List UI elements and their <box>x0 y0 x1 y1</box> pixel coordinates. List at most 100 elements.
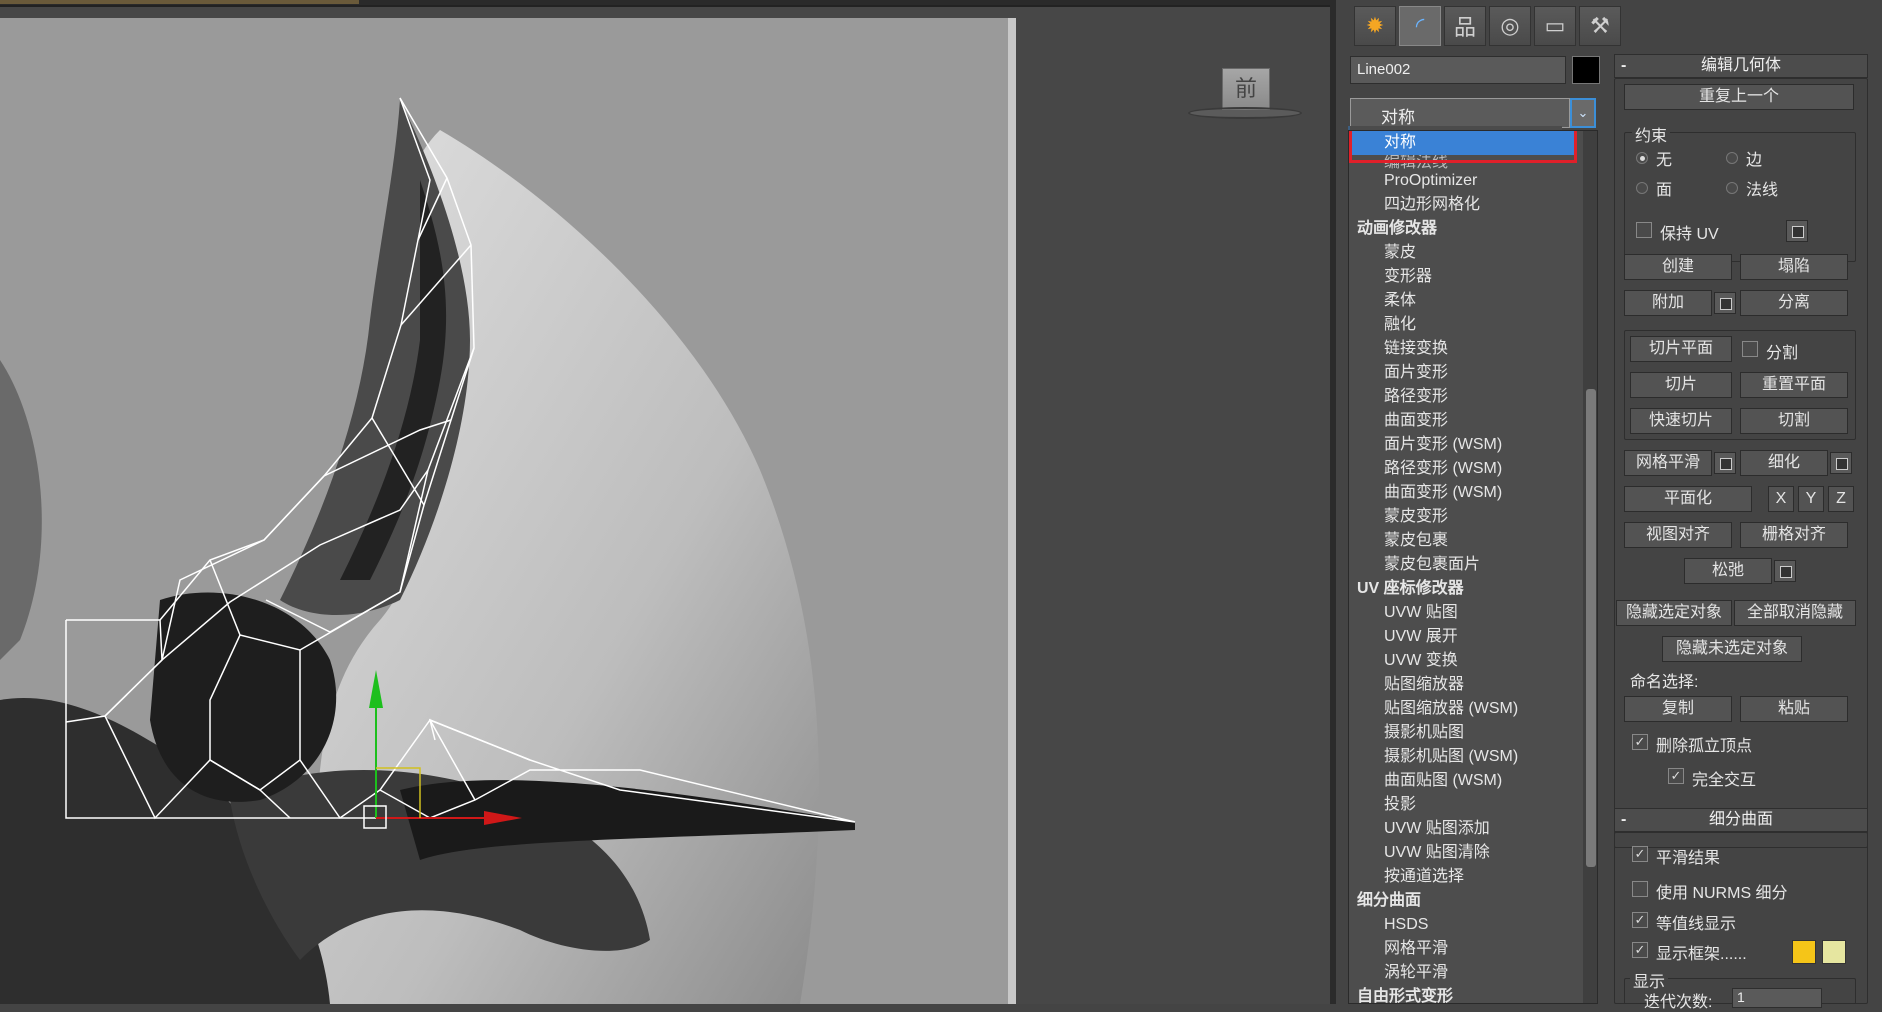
reset-plane-button[interactable]: 重置平面 <box>1740 372 1848 398</box>
slice-plane-button[interactable]: 切片平面 <box>1630 336 1732 362</box>
make-planar-button[interactable]: 平面化 <box>1624 486 1752 512</box>
modifier-item[interactable]: 变形器 <box>1349 265 1577 289</box>
detach-button[interactable]: 分离 <box>1740 290 1848 316</box>
modifier-item[interactable]: 链接变换 <box>1349 337 1577 361</box>
tab-utilities[interactable]: ⚒ <box>1579 6 1621 46</box>
modifier-item[interactable]: 摄影机贴图 (WSM) <box>1349 745 1577 769</box>
create-button[interactable]: 创建 <box>1624 254 1732 280</box>
constraint-edge-radio[interactable] <box>1726 152 1738 164</box>
subdivision-surface-rollout-header[interactable]: - 细分曲面 <box>1614 808 1868 832</box>
modifier-item[interactable]: 蒙皮包裹 <box>1349 529 1577 553</box>
constraint-face-radio[interactable] <box>1636 182 1648 194</box>
show-cage-checkbox[interactable]: ✓ <box>1632 942 1648 958</box>
modifier-item[interactable]: UVW 贴图 <box>1349 601 1577 625</box>
dropdown-scrollbar[interactable] <box>1583 131 1597 1003</box>
hide-selected-button[interactable]: 隐藏选定对象 <box>1616 600 1732 626</box>
tessellate-button[interactable]: 细化 <box>1740 450 1828 476</box>
edit-geometry-rollout-header[interactable]: - 编辑几何体 <box>1614 54 1868 78</box>
rollout-panel: - 编辑几何体 重复上一个 约束 无 边 面 法线 保持 UV 创建 塌陷 附加… <box>1614 52 1882 1011</box>
smooth-result-label: 平滑结果 <box>1656 850 1721 867</box>
meshsmooth-settings-button[interactable] <box>1714 452 1736 474</box>
preserve-uv-settings-button[interactable] <box>1786 220 1808 242</box>
modifier-item[interactable]: 涡轮平滑 <box>1349 961 1577 985</box>
slice-button[interactable]: 切片 <box>1630 372 1732 398</box>
modifier-item[interactable]: 面片变形 (WSM) <box>1349 433 1577 457</box>
motion-icon: ◎ <box>1500 13 1520 38</box>
tab-display[interactable]: ▭ <box>1534 6 1576 46</box>
planar-y-button[interactable]: Y <box>1798 486 1824 512</box>
modifier-item[interactable]: 路径变形 <box>1349 385 1577 409</box>
modifier-item[interactable]: ProOptimizer <box>1349 169 1577 193</box>
copy-button[interactable]: 复制 <box>1624 696 1732 722</box>
modifier-item[interactable]: 按通道选择 <box>1349 865 1577 889</box>
constraint-normal-radio[interactable] <box>1726 182 1738 194</box>
quick-slice-button[interactable]: 快速切片 <box>1630 408 1732 434</box>
modifier-item[interactable]: 蒙皮变形 <box>1349 505 1577 529</box>
delete-isolated-checkbox[interactable]: ✓ <box>1632 734 1648 750</box>
viewcube-front-label[interactable]: 前 <box>1222 68 1270 110</box>
modifier-item[interactable]: HSDS <box>1349 913 1577 937</box>
relax-settings-button[interactable] <box>1774 560 1796 582</box>
modifier-item[interactable]: UVW 展开 <box>1349 625 1577 649</box>
split-checkbox[interactable] <box>1742 341 1758 357</box>
view-align-button[interactable]: 视图对齐 <box>1624 522 1732 548</box>
tab-motion[interactable]: ◎ <box>1489 6 1531 46</box>
modifier-item[interactable]: 面片变形 <box>1349 361 1577 385</box>
modifier-item[interactable]: UVW 变换 <box>1349 649 1577 673</box>
modifier-item[interactable]: 蒙皮 <box>1349 241 1577 265</box>
repeat-last-button[interactable]: 重复上一个 <box>1624 84 1854 110</box>
modifier-list-dropdown-button[interactable]: ⌄ <box>1570 98 1596 128</box>
cage-color-swatch-2[interactable] <box>1822 940 1846 964</box>
attach-settings-button[interactable] <box>1714 292 1736 314</box>
iterations-spinner[interactable]: 1 <box>1732 988 1822 1008</box>
relax-button[interactable]: 松弛 <box>1684 558 1772 584</box>
tab-hierarchy[interactable]: 品 <box>1444 6 1486 46</box>
modifier-item[interactable]: UVW 贴图添加 <box>1349 817 1577 841</box>
unhide-all-button[interactable]: 全部取消隐藏 <box>1734 600 1856 626</box>
isoline-display-checkbox[interactable]: ✓ <box>1632 912 1648 928</box>
modifier-item[interactable]: 曲面变形 (WSM) <box>1349 481 1577 505</box>
modifier-item[interactable]: 柔体 <box>1349 289 1577 313</box>
collapse-button[interactable]: 塌陷 <box>1740 254 1848 280</box>
modifier-item[interactable]: 路径变形 (WSM) <box>1349 457 1577 481</box>
modifier-list-combo[interactable]: 对称 <box>1350 98 1570 128</box>
cut-button[interactable]: 切割 <box>1740 408 1848 434</box>
attach-button[interactable]: 附加 <box>1624 290 1712 316</box>
modifier-item[interactable]: 编辑法线 <box>1349 155 1577 169</box>
object-name-field[interactable]: Line002 <box>1350 56 1566 84</box>
meshsmooth-button[interactable]: 网格平滑 <box>1624 450 1712 476</box>
modifier-list-dropdown[interactable]: 对称 编辑法线 ProOptimizer 四边形网格化 动画修改器 蒙皮 变形器 柔体 融化 链接… <box>1348 130 1598 1004</box>
modifier-item[interactable]: 贴图缩放器 (WSM) <box>1349 697 1577 721</box>
cage-color-swatch-1[interactable] <box>1792 940 1816 964</box>
modifier-item[interactable]: 曲面变形 <box>1349 409 1577 433</box>
constraint-none-radio[interactable] <box>1636 152 1648 164</box>
modifier-item[interactable]: UVW 贴图清除 <box>1349 841 1577 865</box>
scrollbar-thumb[interactable] <box>1586 389 1596 867</box>
modifier-item[interactable]: 摄影机贴图 <box>1349 721 1577 745</box>
tab-modify[interactable]: ◜ <box>1399 6 1441 46</box>
modifier-item[interactable]: 四边形网格化 <box>1349 193 1577 217</box>
object-color-swatch[interactable] <box>1572 56 1600 84</box>
planar-x-button[interactable]: X <box>1768 486 1794 512</box>
collapse-icon: - <box>1621 811 1627 828</box>
reference-image-art <box>0 18 1015 1004</box>
tab-create[interactable]: ✹ <box>1354 6 1396 46</box>
paste-button[interactable]: 粘贴 <box>1740 696 1848 722</box>
use-nurms-checkbox[interactable] <box>1632 881 1648 897</box>
grid-align-button[interactable]: 栅格对齐 <box>1740 522 1848 548</box>
hide-unselected-button[interactable]: 隐藏未选定对象 <box>1662 636 1802 662</box>
modifier-item[interactable]: 投影 <box>1349 793 1577 817</box>
full-interactivity-checkbox[interactable]: ✓ <box>1668 768 1684 784</box>
modifier-item[interactable]: 曲面贴图 (WSM) <box>1349 769 1577 793</box>
tessellate-settings-button[interactable] <box>1830 452 1852 474</box>
modifier-item[interactable]: 对称 <box>1349 131 1577 155</box>
planar-z-button[interactable]: Z <box>1828 486 1854 512</box>
viewcube-ring[interactable] <box>1188 107 1302 119</box>
preserve-uv-checkbox[interactable] <box>1636 222 1652 238</box>
modifier-item[interactable]: 网格平滑 <box>1349 937 1577 961</box>
viewport-front[interactable]: 前 <box>0 0 1330 1004</box>
smooth-result-checkbox[interactable]: ✓ <box>1632 846 1648 862</box>
modifier-item[interactable]: 贴图缩放器 <box>1349 673 1577 697</box>
modifier-item[interactable]: 蒙皮包裹面片 <box>1349 553 1577 577</box>
modifier-item[interactable]: 融化 <box>1349 313 1577 337</box>
